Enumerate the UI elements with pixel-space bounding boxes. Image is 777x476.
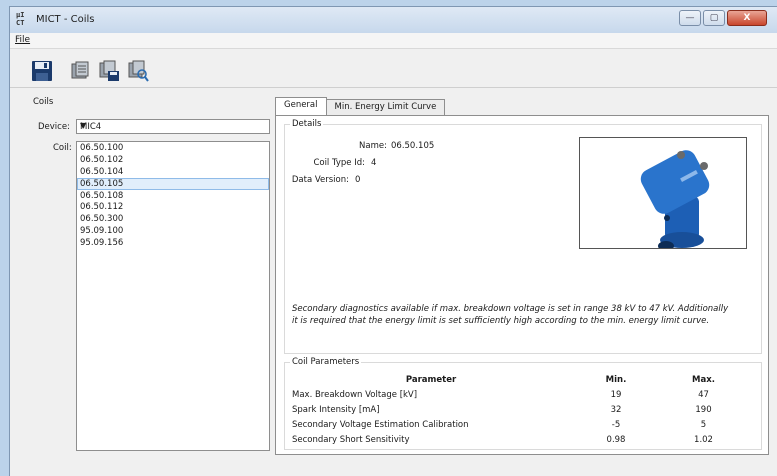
param-min: 19	[610, 389, 622, 400]
menu-file[interactable]: File	[15, 35, 30, 45]
data-version-label: Data Version:	[291, 175, 349, 185]
table-row: Secondary Short Sensitivity 0.98 1.02	[291, 432, 746, 447]
general-tab-content: Details Name: 06.50.105 Coil Type Id: 4 …	[275, 115, 769, 455]
param-max: 47	[698, 389, 709, 400]
diagnostics-note: Secondary diagnostics available if max. …	[292, 304, 729, 326]
name-label: Name:	[359, 141, 387, 151]
param-name: Secondary Short Sensitivity	[292, 434, 410, 445]
param-max: 1.02	[694, 434, 713, 445]
save-button[interactable]	[30, 60, 54, 82]
list-item[interactable]: 06.50.112	[77, 201, 269, 213]
param-name: Max. Breakdown Voltage [kV]	[292, 389, 418, 400]
coil-parameters-group: Coil Parameters Parameter Min. Max. Max.…	[284, 357, 762, 450]
param-max: 190	[695, 404, 712, 415]
param-min: 0.98	[606, 434, 626, 445]
coils-section-label: Coils	[33, 97, 54, 107]
param-max: 5	[700, 419, 707, 430]
floppy-disk-icon	[32, 61, 52, 81]
header-parameter: Parameter	[405, 374, 457, 385]
list-item[interactable]: 06.50.102	[77, 154, 269, 166]
data-version-value: 0	[355, 175, 361, 185]
coil-label: Coil:	[53, 143, 72, 153]
list-item[interactable]: 06.50.104	[77, 166, 269, 178]
main-window: µI CT MICT - Coils — ▢ X File Coils Devi…	[9, 6, 777, 476]
tab-general[interactable]: General	[275, 97, 327, 115]
table-row: Spark Intensity [mA] 32 190	[291, 402, 746, 417]
details-group: Details Name: 06.50.105 Coil Type Id: 4 …	[284, 119, 762, 354]
minimize-button[interactable]: —	[679, 10, 701, 26]
list-item[interactable]: 06.50.100	[77, 142, 269, 154]
param-name: Secondary Voltage Estimation Calibration	[292, 419, 469, 430]
list-item-selected[interactable]: 06.50.105	[77, 177, 269, 190]
details-title: Details	[290, 119, 324, 129]
list-item[interactable]: 95.09.100	[77, 225, 269, 237]
detail-panel: General Min. Energy Limit Curve Details …	[275, 95, 770, 467]
chevron-down-icon: ▼	[80, 121, 87, 130]
coil-list[interactable]: 06.50.100 06.50.102 06.50.104 06.50.105 …	[76, 141, 270, 451]
menu-bar: File	[10, 33, 777, 49]
coil-parameters-title: Coil Parameters	[290, 357, 362, 367]
coil-image	[579, 137, 747, 249]
window-title: MICT - Coils	[36, 14, 95, 25]
title-bar[interactable]: µI CT MICT - Coils — ▢ X	[10, 7, 777, 33]
coil-search-button[interactable]	[126, 60, 150, 82]
app-icon: µI CT	[16, 11, 25, 27]
param-min: -5	[611, 419, 621, 430]
coil-save-button[interactable]	[97, 60, 121, 82]
table-row: Secondary Voltage Estimation Calibration…	[291, 417, 746, 432]
toolbar	[10, 50, 777, 88]
coil-search-icon	[128, 60, 149, 82]
coil-save-icon	[99, 60, 119, 81]
tab-bar: General Min. Energy Limit Curve	[275, 97, 446, 115]
device-label: Device:	[38, 122, 70, 132]
table-header-row: Parameter Min. Max.	[291, 372, 746, 387]
parameters-table: Parameter Min. Max. Max. Breakdown Volta…	[291, 372, 746, 447]
header-min: Min.	[605, 374, 627, 385]
coil-icon	[71, 61, 89, 79]
coils-panel: Coils Device: MIC4 ▼ Coil: 06.50.100 06.…	[18, 95, 270, 467]
table-row: Max. Breakdown Voltage [kV] 19 47	[291, 387, 746, 402]
list-item[interactable]: 06.50.300	[77, 213, 269, 225]
name-value: 06.50.105	[391, 141, 435, 151]
param-min: 32	[610, 404, 622, 415]
coil-type-value: 4	[371, 158, 377, 168]
maximize-button[interactable]: ▢	[703, 10, 725, 26]
coil-button[interactable]	[68, 60, 92, 82]
coil-type-label: Coil Type Id:	[313, 158, 365, 168]
tab-min-energy-limit-curve[interactable]: Min. Energy Limit Curve	[325, 99, 446, 115]
device-select[interactable]: MIC4 ▼	[76, 119, 270, 134]
header-max: Max.	[692, 374, 715, 385]
close-button[interactable]: X	[727, 10, 767, 26]
list-item[interactable]: 06.50.108	[77, 190, 269, 202]
param-name: Spark Intensity [mA]	[292, 404, 380, 415]
list-item[interactable]: 95.09.156	[77, 237, 269, 249]
